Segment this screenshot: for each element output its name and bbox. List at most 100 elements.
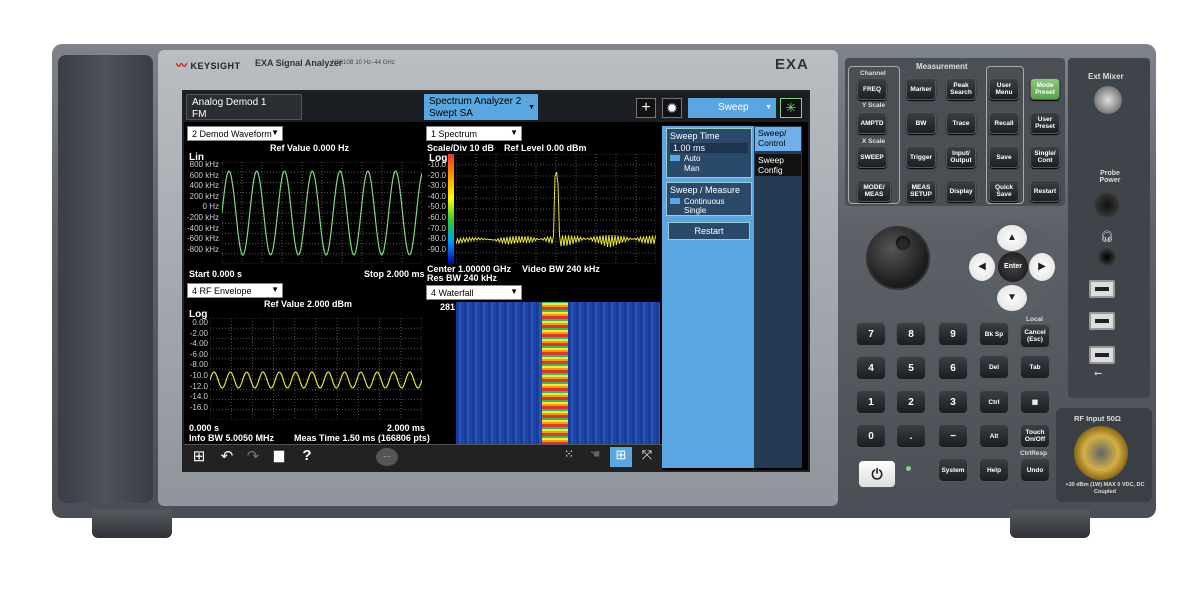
keypad-key[interactable]: . [896, 424, 926, 448]
trigger-button[interactable]: Trigger [906, 146, 936, 168]
delete-key[interactable]: Del [979, 355, 1009, 379]
y-tick-label: -6.00 [189, 349, 208, 359]
multi-window-icon[interactable]: ⊞ [610, 447, 632, 467]
touch-on-off-key[interactable]: Touch On/Off [1020, 424, 1050, 448]
keypad-key[interactable]: 1 [856, 390, 886, 414]
user-menu-button[interactable]: User Menu [989, 78, 1019, 100]
waterfall-display [456, 302, 660, 444]
enter-button[interactable]: Enter [998, 252, 1028, 282]
keyboard-key[interactable]: ▦ [1020, 390, 1050, 414]
input-output-button[interactable]: Input/ Output [946, 146, 976, 168]
keypad-key[interactable]: 3 [938, 390, 968, 414]
sweep-button[interactable]: SWEEP [857, 146, 887, 168]
arrow-down-button[interactable]: ▼ [997, 285, 1027, 311]
usb-port-2[interactable] [1089, 312, 1115, 330]
y-tick-label: 400 kHz [189, 181, 219, 191]
tab-analog-demod[interactable]: Analog Demod 1 FM [186, 94, 302, 120]
window4-selector[interactable]: 4 Waterfall ▼ [426, 285, 522, 300]
add-tab-button[interactable]: + [636, 98, 656, 118]
probe-power-connector[interactable] [1094, 192, 1120, 218]
single-cont-button[interactable]: Single/ Cont [1030, 146, 1060, 168]
y-tick-label: -200 kHz [186, 213, 219, 222]
usb-port-3[interactable] [1089, 346, 1115, 364]
ctrl-key[interactable]: Ctrl [979, 390, 1009, 414]
y-tick-label: -90.0 [427, 244, 446, 254]
user-preset-button[interactable]: User Preset [1030, 112, 1060, 134]
keypad-key[interactable]: 7 [856, 322, 886, 346]
sweep-time-auto[interactable]: Auto [667, 153, 751, 164]
power-led [906, 466, 911, 471]
amptd-button[interactable]: AMPTD [857, 112, 887, 134]
power-button[interactable]: ⏻ [858, 460, 896, 488]
sweep-measure-group[interactable]: Sweep / Measure Continuous Single [666, 182, 752, 216]
grid-layout-icon[interactable]: ⁙ [558, 447, 580, 467]
y-tick-label: -60.0 [427, 213, 446, 222]
system-key[interactable]: System [938, 458, 968, 482]
peak-search-button[interactable]: Peak Search [946, 78, 976, 100]
backspace-key[interactable]: Bk Sp [979, 322, 1009, 346]
arrow-right-button[interactable]: ▶ [1029, 253, 1055, 281]
window2-plot [456, 154, 656, 264]
keypad-key[interactable]: 4 [856, 356, 886, 380]
redo-icon[interactable]: ↷ [242, 447, 264, 467]
mode-meas-button[interactable]: MODE/ MEAS [857, 180, 891, 202]
cancel-esc-key[interactable]: Cancel (Esc) [1020, 324, 1050, 348]
headphone-jack[interactable] [1098, 248, 1116, 266]
tab-spectrum-analyzer[interactable]: Spectrum Analyzer 2 Swept SA ▼ [424, 94, 538, 120]
rf-input-connector[interactable] [1074, 426, 1128, 480]
sweep-time-value[interactable]: 1.00 ms [670, 143, 748, 153]
save-button[interactable]: Save [989, 146, 1019, 168]
usb-port-1[interactable] [1089, 280, 1115, 298]
quick-save-button[interactable]: Quick Save [989, 180, 1019, 202]
mode-preset-button[interactable]: Mode Preset [1030, 78, 1060, 100]
keypad-key[interactable]: 2 [896, 390, 926, 414]
alt-key[interactable]: Alt [979, 424, 1009, 448]
folder-icon[interactable]: ▆ [268, 447, 290, 467]
window1-start: Start 0.000 s [189, 269, 243, 279]
keypad-key[interactable]: − [938, 424, 968, 448]
arrow-left-button[interactable]: ◀ [969, 253, 995, 281]
tab-key[interactable]: Tab [1020, 355, 1050, 379]
meas-setup-button[interactable]: MEAS SETUP [906, 180, 936, 202]
window3-ref: Ref Value 2.000 dBm [264, 299, 353, 309]
display-button[interactable]: Display [946, 180, 976, 202]
sweep-time-group[interactable]: Sweep Time 1.00 ms Auto Man [666, 128, 752, 178]
chat-icon[interactable]: ··· [376, 448, 398, 466]
keypad-key[interactable]: 5 [896, 356, 926, 380]
windows-icon[interactable]: ⊞ [188, 447, 210, 467]
keypad-key[interactable]: 8 [896, 322, 926, 346]
window2-selector[interactable]: 1 Spectrum ▼ [426, 126, 522, 141]
tab-sweep-config[interactable]: Sweep Config [755, 154, 801, 176]
zoom-icon[interactable]: ⤧ [636, 447, 658, 467]
arrow-up-button[interactable]: ▲ [997, 225, 1027, 251]
settings-button[interactable]: ✹ [662, 98, 682, 118]
ext-mixer-connector[interactable] [1094, 86, 1122, 114]
keysight-logo: 〰 KEYSIGHT [176, 60, 241, 72]
tab-sweep-control[interactable]: Sweep/ Control [755, 127, 801, 151]
undo-key[interactable]: Undo [1020, 458, 1050, 482]
keypad-key[interactable]: 0 [856, 424, 886, 448]
help-key[interactable]: Help [979, 458, 1009, 482]
window1-stop: Stop 2.000 ms [364, 269, 425, 279]
sweep-menu-button[interactable]: Sweep ▼ [688, 98, 776, 118]
window3-selector[interactable]: 4 RF Envelope ▼ [187, 283, 283, 298]
keysight-wave-icon: 〰 [176, 60, 188, 72]
freq-button[interactable]: FREQ [857, 78, 887, 100]
window1-selector[interactable]: 2 Demod Waveform ▼ [187, 126, 283, 141]
trace-button[interactable]: Trace [946, 112, 976, 134]
undo-icon[interactable]: ↶ [216, 447, 238, 467]
window1-plot [222, 162, 422, 264]
marker-button[interactable]: Marker [906, 78, 936, 100]
recall-button[interactable]: Recall [989, 112, 1019, 134]
bw-button[interactable]: BW [906, 112, 936, 134]
rotary-knob[interactable] [866, 226, 930, 290]
restart-button[interactable]: Restart [1030, 180, 1060, 202]
touch-icon[interactable]: ☚ [584, 447, 606, 467]
restart-softkey[interactable]: Restart [668, 222, 750, 240]
touchscreen[interactable]: Analog Demod 1 FM Spectrum Analyzer 2 Sw… [182, 90, 810, 472]
help-icon[interactable]: ? [296, 447, 318, 467]
plus-icon: + [641, 99, 651, 116]
keypad-key[interactable]: 6 [938, 356, 968, 380]
keypad-key[interactable]: 9 [938, 322, 968, 346]
continuous-option[interactable]: Continuous [667, 197, 751, 206]
